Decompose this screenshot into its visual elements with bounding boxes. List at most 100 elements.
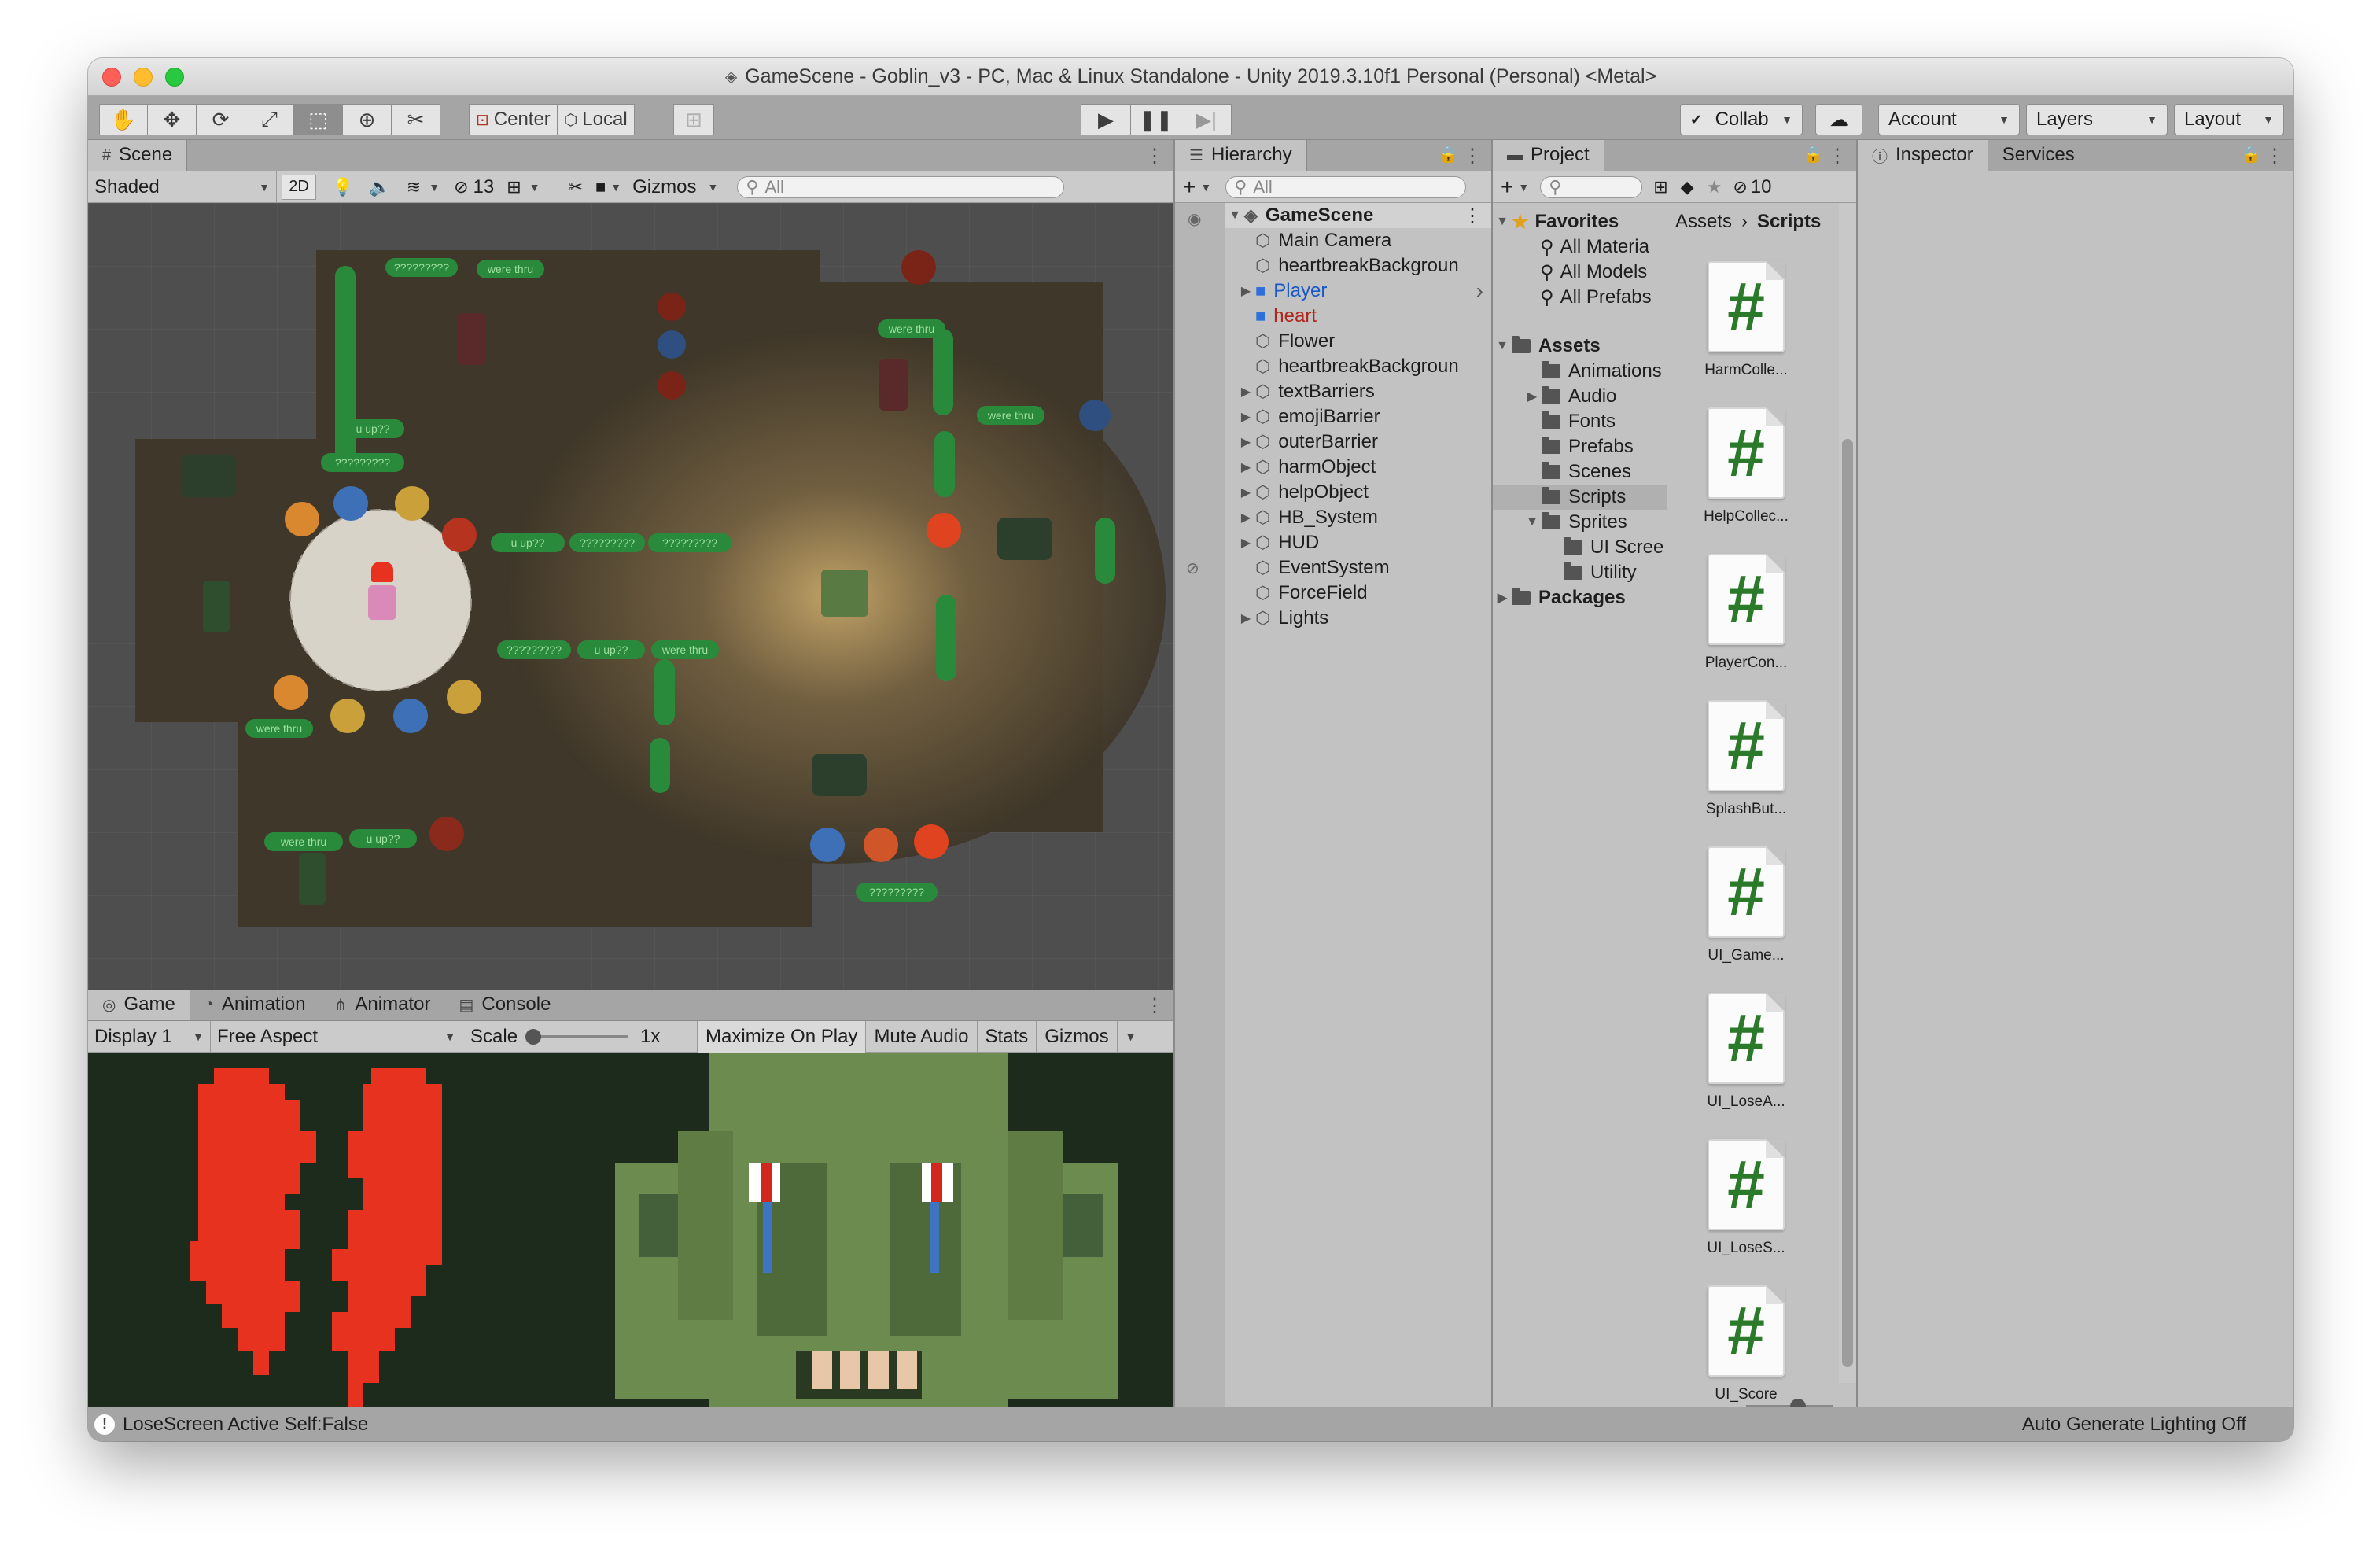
2d-toggle[interactable]: 2D (282, 174, 316, 200)
expanded-arrow-icon[interactable]: ▼ (1493, 339, 1512, 353)
prefab-open-icon[interactable]: › (1476, 278, 1483, 304)
hierarchy-item[interactable]: ⬡ Flower (1225, 329, 1491, 354)
grid-toggle-icon[interactable]: ⊞ (507, 177, 521, 197)
collapsed-arrow-icon[interactable]: ▶ (1236, 283, 1255, 299)
project-search-input[interactable]: ⚲ (1540, 175, 1643, 198)
script-asset[interactable]: # UI_LoseA... (1667, 979, 1825, 1120)
folder-row[interactable]: Fonts (1493, 409, 1667, 434)
camera-icon[interactable]: ■ (595, 177, 606, 197)
hierarchy-item[interactable]: ■ heart (1225, 304, 1491, 329)
chevron-down-icon[interactable]: ▼ (429, 181, 440, 194)
tab-animator[interactable]: ⋔ Animator (320, 990, 445, 1020)
hierarchy-scene-row[interactable]: ▼ ◈ GameScene ⋮ (1225, 203, 1491, 228)
hierarchy-item[interactable]: ⬡ heartbreakBackgroun (1225, 354, 1491, 379)
hierarchy-item[interactable]: ▶ ■ Player › (1225, 278, 1491, 304)
scene-search-input[interactable]: ⚲ All (737, 175, 1065, 198)
cloud-button[interactable]: ☁ (1815, 104, 1862, 135)
chevron-down-icon[interactable]: ▼ (529, 181, 540, 194)
folder-row[interactable]: ▼ Sprites (1493, 510, 1667, 535)
rect-tool-icon[interactable]: ⬚ (294, 104, 343, 135)
display-dropdown[interactable]: Display 1 ▼ (88, 1020, 211, 1053)
collapsed-arrow-icon[interactable]: ▶ (1523, 389, 1542, 404)
chevron-down-icon[interactable]: ▼ (610, 181, 621, 194)
tab-game[interactable]: ◎ Game (88, 990, 190, 1020)
lock-icon[interactable]: 🔒 (2241, 145, 2260, 164)
tab-console[interactable]: ▤ Console (444, 990, 565, 1020)
breadcrumb-scripts[interactable]: Scripts (1757, 211, 1821, 233)
pivot-local-button[interactable]: ⬡ Local (557, 104, 635, 135)
more-options-icon[interactable]: ⋮ (1828, 145, 1847, 168)
rotate-tool-icon[interactable]: ⟳ (197, 104, 245, 135)
tab-project[interactable]: ▬ Project (1493, 140, 1604, 171)
more-options-icon[interactable]: ⋮ (2265, 145, 2284, 168)
script-asset[interactable]: # UI_LoseS... (1667, 1125, 1825, 1267)
lighting-toggle-icon[interactable]: 💡 (332, 177, 353, 197)
eye-icon[interactable]: ◉ (1188, 209, 1201, 229)
pivot-center-button[interactable]: ⊡ Center (469, 104, 558, 135)
collapsed-arrow-icon[interactable]: ▶ (1236, 510, 1255, 525)
favorites-row[interactable]: ▼ ★ Favorites (1493, 209, 1667, 234)
script-asset[interactable]: # HelpCollec... (1667, 393, 1825, 535)
lock-icon[interactable]: 🔒 (1803, 145, 1823, 164)
chevron-down-icon[interactable]: ▼ (1200, 181, 1211, 194)
favorite-item[interactable]: ⚲ All Models (1493, 260, 1667, 285)
more-options-icon[interactable]: ⋮ (1463, 205, 1482, 227)
account-dropdown[interactable]: Account ▼ (1878, 104, 2020, 135)
hierarchy-item[interactable]: ▶ ⬡ harmObject (1225, 455, 1491, 480)
favorite-item[interactable]: ⚲ All Prefabs (1493, 285, 1667, 310)
mute-audio-toggle[interactable]: Mute Audio (866, 1020, 978, 1053)
favorite-item[interactable]: ⚲ All Materia (1493, 234, 1667, 260)
move-tool-icon[interactable]: ✥ (148, 104, 197, 135)
tab-hierarchy[interactable]: ☰ Hierarchy (1175, 140, 1307, 171)
tab-scene[interactable]: # Scene (88, 140, 188, 171)
gizmos-dropdown[interactable]: Gizmos (632, 176, 696, 198)
packages-folder-row[interactable]: ▶ Packages (1493, 585, 1667, 610)
expanded-arrow-icon[interactable]: ▼ (1225, 208, 1244, 223)
chevron-down-icon[interactable]: ▼ (707, 181, 718, 194)
hierarchy-item[interactable]: ⬡ Main Camera (1225, 228, 1491, 253)
hierarchy-item[interactable]: ▶ ⬡ Lights (1225, 606, 1491, 631)
more-options-icon[interactable]: ⋮ (1145, 994, 1164, 1017)
script-asset[interactable]: # HarmColle... (1667, 247, 1825, 389)
add-icon[interactable]: + (1183, 175, 1196, 200)
tab-animation[interactable]: ◔ Animation (190, 990, 320, 1020)
filter-label-icon[interactable]: ◆ (1681, 177, 1694, 197)
collapsed-arrow-icon[interactable]: ▶ (1236, 535, 1255, 551)
lock-icon[interactable]: 🔒 (1439, 145, 1458, 164)
maximize-on-play-toggle[interactable]: Maximize On Play (697, 1020, 867, 1053)
hierarchy-item[interactable]: ⬡ ForceField (1225, 581, 1491, 606)
add-icon[interactable]: + (1501, 175, 1513, 200)
script-asset[interactable]: # PlayerCon... (1667, 540, 1825, 681)
expanded-arrow-icon[interactable]: ▼ (1493, 215, 1512, 229)
audio-toggle-icon[interactable]: 🔈 (369, 177, 390, 197)
scale-slider[interactable] (525, 1028, 628, 1045)
hierarchy-item[interactable]: ⬡ heartbreakBackgroun (1225, 253, 1491, 278)
script-asset[interactable]: # UI_Score (1667, 1271, 1825, 1413)
maximize-window-button[interactable] (165, 68, 184, 87)
star-icon[interactable]: ★ (1707, 177, 1722, 197)
folder-row[interactable]: Utility (1493, 560, 1667, 585)
play-button-icon[interactable]: ▶ (1081, 104, 1131, 135)
status-message-container[interactable]: ! LoseScreen Active Self:False (94, 1414, 368, 1436)
close-window-button[interactable] (102, 68, 121, 87)
folder-row[interactable]: Scenes (1493, 459, 1667, 485)
breadcrumb-assets[interactable]: Assets (1675, 211, 1732, 233)
hierarchy-item[interactable]: ⬡ EventSystem (1225, 555, 1491, 581)
folder-row[interactable]: Animations (1493, 359, 1667, 384)
stats-toggle[interactable]: Stats (978, 1020, 1037, 1053)
collapsed-arrow-icon[interactable]: ▶ (1493, 590, 1512, 606)
collapsed-arrow-icon[interactable]: ▶ (1236, 485, 1255, 500)
assets-folder-row[interactable]: ▼ Assets (1493, 334, 1667, 359)
scene-viewport[interactable]: ????????? were thru u up?? ????????? u u… (88, 203, 1173, 990)
hierarchy-item[interactable]: ▶ ⬡ helpObject (1225, 480, 1491, 505)
hierarchy-item[interactable]: ▶ ⬡ HB_System (1225, 505, 1491, 530)
folder-row-selected[interactable]: Scripts (1493, 485, 1667, 510)
script-asset[interactable]: # SplashBut... (1667, 686, 1825, 828)
more-options-icon[interactable]: ⋮ (1463, 145, 1482, 168)
scale-tool-icon[interactable]: ⤢ (245, 104, 294, 135)
hidden-eye-icon[interactable]: ⊘ (1186, 559, 1199, 578)
hidden-packages-icon[interactable]: ⊘ (1733, 177, 1747, 197)
hierarchy-item[interactable]: ▶ ⬡ textBarriers (1225, 379, 1491, 404)
step-button-icon[interactable]: ▶| (1181, 104, 1232, 135)
hierarchy-item[interactable]: ▶ ⬡ outerBarrier (1225, 430, 1491, 455)
